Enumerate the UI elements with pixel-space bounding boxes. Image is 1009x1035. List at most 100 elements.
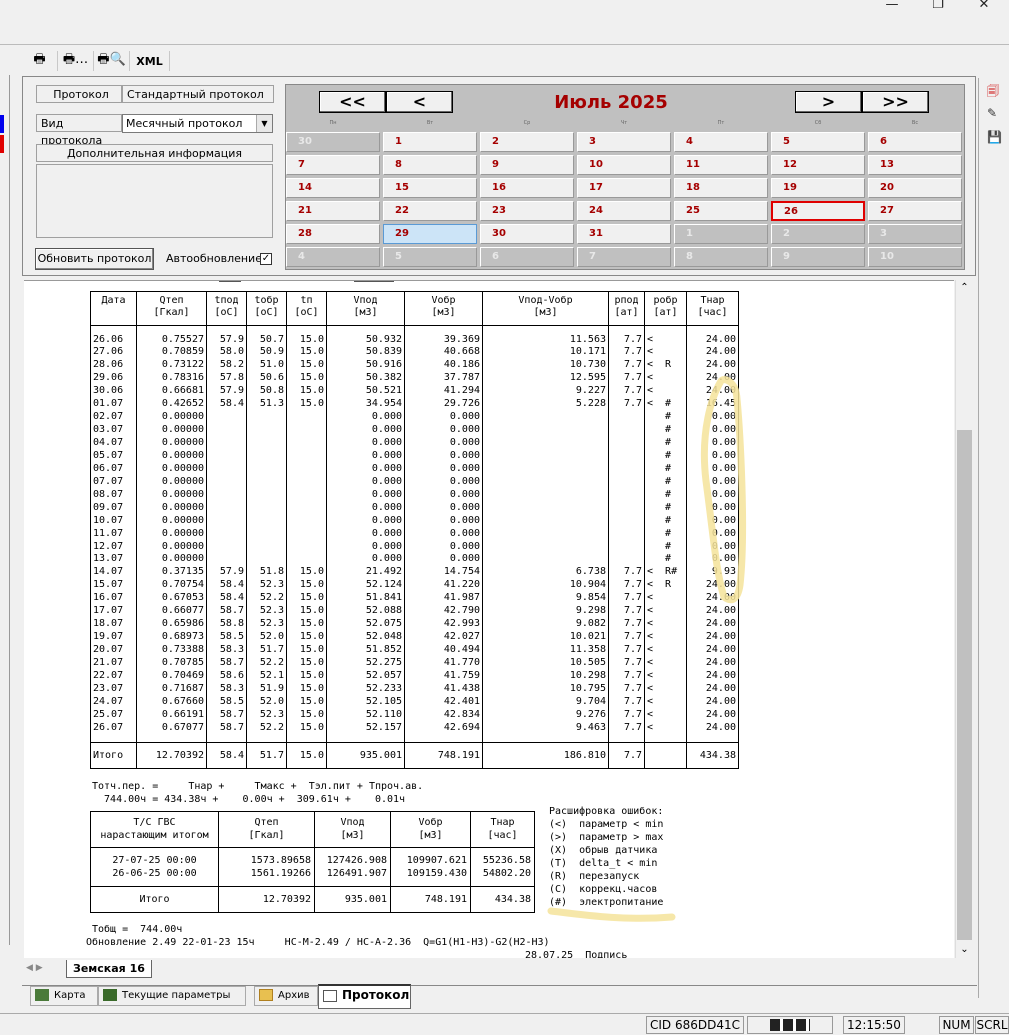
extra-info-area[interactable]	[36, 164, 273, 238]
print-preview-button[interactable]: 🖶🔍	[94, 51, 130, 71]
calendar-day[interactable]: 3	[868, 224, 962, 244]
view-select[interactable]: Месячный протокол ▼	[122, 114, 273, 133]
calendar-day[interactable]: 1	[383, 132, 477, 152]
table-cell	[246, 501, 287, 515]
calendar-day[interactable]: 5	[383, 247, 477, 267]
table-cell: <	[644, 372, 687, 386]
table-cell: 0.70785	[136, 656, 207, 670]
chevron-down-icon[interactable]: ▼	[256, 115, 272, 132]
refresh-protocol-button[interactable]: Обновить протокол	[35, 248, 154, 270]
table-cell: 52.2	[246, 592, 287, 606]
sheet-tab-zemskaya[interactable]: Земская 16	[66, 960, 152, 978]
calendar-day[interactable]: 1	[674, 224, 768, 244]
calendar-day[interactable]: 15	[383, 178, 477, 198]
report-scrollbar[interactable]: ⌃ ⌄	[955, 280, 972, 958]
table-cell	[482, 553, 609, 567]
xml-export-button[interactable]: XML	[130, 51, 170, 71]
calendar-day[interactable]: 18	[674, 178, 768, 198]
table-cell: 52.1	[246, 669, 287, 683]
calendar-day[interactable]: 9	[771, 247, 865, 267]
save-icon[interactable]: 💾	[987, 130, 1002, 144]
calendar-day[interactable]: 9	[480, 155, 574, 175]
autorefresh-checkbox[interactable]: ✓	[260, 253, 272, 265]
column-header-name: Дата	[101, 295, 126, 306]
calendar-day[interactable]: 16	[480, 178, 574, 198]
calendar-day[interactable]: 19	[771, 178, 865, 198]
calendar-day[interactable]: 17	[577, 178, 671, 198]
calendar-day[interactable]: 2	[480, 132, 574, 152]
minimize-button[interactable]: —	[872, 0, 912, 12]
calendar-day[interactable]: 7	[286, 155, 380, 175]
calendar-day[interactable]: 2	[771, 224, 865, 244]
hierarchy-icon[interactable]: 🗐	[987, 82, 999, 103]
calendar-day[interactable]: 21	[286, 201, 380, 221]
close-button[interactable]: ✕	[964, 0, 1004, 12]
calendar-day[interactable]: 12	[771, 155, 865, 175]
edit-icon[interactable]: ✎	[987, 106, 997, 120]
total-cell: 7.7	[608, 742, 645, 770]
calendar-day[interactable]: 13	[868, 155, 962, 175]
prev-month-button[interactable]: <	[386, 91, 453, 113]
calendar-day[interactable]: 4	[286, 247, 380, 267]
table-cell: 7.7	[608, 721, 645, 735]
next-year-button[interactable]: >>	[862, 91, 929, 113]
calendar-day[interactable]: 10	[577, 155, 671, 175]
calendar-day[interactable]: 6	[480, 247, 574, 267]
calendar-day[interactable]: 8	[674, 247, 768, 267]
scroll-up-icon[interactable]: ⌃	[956, 280, 973, 296]
calendar-day[interactable]: 6	[868, 132, 962, 152]
cumulative-header-name: Vобр	[418, 817, 443, 828]
table-cell: 52.0	[246, 695, 287, 709]
table-cell: 15.0	[286, 656, 327, 670]
spacer-cell	[90, 734, 137, 743]
scroll-down-icon[interactable]: ⌄	[956, 942, 973, 958]
total-cell: 935.001	[326, 742, 405, 770]
table-cell: 7.7	[608, 605, 645, 619]
calendar-day[interactable]: 26	[771, 201, 865, 221]
table-cell: 19.07	[90, 631, 137, 644]
calendar-day[interactable]: 27	[868, 201, 962, 221]
calendar-day[interactable]: 23	[480, 201, 574, 221]
table-cell: 15.0	[286, 372, 327, 386]
print-dialog-button[interactable]: 🖶…	[58, 51, 94, 71]
next-month-button[interactable]: >	[795, 91, 862, 113]
month-title: Июль 2025	[554, 92, 668, 113]
printer-dialog-icon: 🖶…	[62, 52, 89, 67]
restore-button[interactable]: ❐	[918, 0, 958, 12]
calendar-day[interactable]: 28	[286, 224, 380, 244]
calendar-day[interactable]: 8	[383, 155, 477, 175]
calendar-day[interactable]: 4	[674, 132, 768, 152]
tab-map[interactable]: Карта	[30, 986, 98, 1006]
view-label: Вид протокола	[36, 114, 122, 147]
calendar-day[interactable]: 29	[383, 224, 477, 244]
sheet-nav-icon[interactable]: ◀ ▶	[26, 963, 43, 973]
calendar-day[interactable]: 3	[577, 132, 671, 152]
prev-year-button[interactable]: <<	[319, 91, 386, 113]
table-cell: 0.000	[326, 501, 405, 515]
cumulative-header-name: Тнар	[490, 817, 515, 828]
tab-current-params[interactable]: Текущие параметры	[98, 986, 246, 1006]
tab-archive-label: Архив	[278, 990, 310, 1001]
calendar-day[interactable]: 24	[577, 201, 671, 221]
calendar-day[interactable]: 5	[771, 132, 865, 152]
tab-archive[interactable]: Архив	[254, 986, 318, 1006]
table-cell: 7.7	[608, 708, 645, 722]
calendar-day[interactable]: 20	[868, 178, 962, 198]
calendar-day[interactable]: 30	[286, 132, 380, 152]
calendar-day[interactable]: 10	[868, 247, 962, 267]
table-cell: 52.075	[326, 618, 405, 632]
calendar-day[interactable]: 14	[286, 178, 380, 198]
scroll-thumb[interactable]	[957, 430, 972, 940]
calendar-day[interactable]: 7	[577, 247, 671, 267]
calendar-day[interactable]: 31	[577, 224, 671, 244]
calendar-day[interactable]: 22	[383, 201, 477, 221]
table-cell: 51.9	[246, 682, 287, 696]
table-cell: 23.07	[90, 682, 137, 696]
tab-protocol[interactable]: Протокол	[318, 984, 411, 1009]
calendar-day[interactable]: 25	[674, 201, 768, 221]
calendar-day[interactable]: 11	[674, 155, 768, 175]
print-button[interactable]: 🖶	[22, 51, 58, 71]
table-cell: <	[644, 682, 687, 696]
calendar-day[interactable]: 30	[480, 224, 574, 244]
spacer-cell	[482, 325, 609, 334]
